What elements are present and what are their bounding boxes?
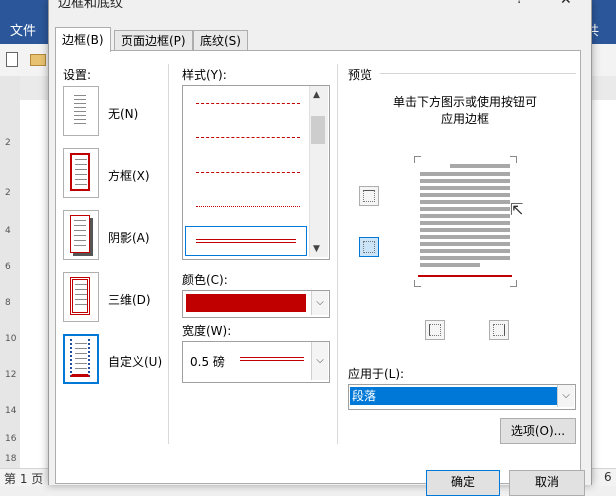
width-line-sample bbox=[240, 357, 304, 361]
right-border-icon bbox=[493, 324, 505, 336]
preview-label: 预览 bbox=[348, 68, 373, 82]
status-zoom[interactable]: 6 bbox=[604, 470, 612, 484]
settings-label: 设置: bbox=[63, 68, 92, 82]
ruler-number: 2 bbox=[5, 138, 11, 148]
new-doc-icon[interactable] bbox=[6, 52, 18, 67]
setting-none-button[interactable] bbox=[63, 86, 99, 136]
style-scrollbar[interactable] bbox=[309, 86, 328, 257]
style-option[interactable] bbox=[196, 206, 300, 208]
mouse-cursor-icon: ⇱ bbox=[510, 200, 524, 219]
setting-custom-button[interactable] bbox=[63, 334, 99, 384]
folder-icon[interactable] bbox=[30, 54, 46, 66]
chevron-down-icon[interactable]: ⌵ bbox=[311, 291, 328, 315]
status-page-number[interactable]: 第 1 页 bbox=[4, 470, 43, 487]
divider bbox=[380, 73, 576, 74]
width-value: 0.5 磅 bbox=[190, 355, 225, 369]
preview-hint: 应用边框 bbox=[441, 112, 490, 126]
dialog-title: 边框和底纹 bbox=[58, 0, 124, 11]
setting-3d-button[interactable] bbox=[63, 272, 99, 322]
close-icon[interactable]: ✕ bbox=[560, 0, 572, 8]
shadow-border-icon bbox=[70, 215, 90, 253]
setting-shadow-button[interactable] bbox=[63, 210, 99, 260]
setting-custom-label[interactable]: 自定义(U) bbox=[108, 353, 162, 370]
scroll-up-icon[interactable]: ▲ bbox=[313, 90, 320, 100]
ruler-number: 18 bbox=[5, 454, 17, 464]
style-option[interactable] bbox=[196, 103, 300, 105]
chevron-down-icon[interactable]: ⌵ bbox=[557, 385, 574, 407]
preview-hint: 单击下方图示或使用按钮可 bbox=[393, 95, 538, 109]
border-preview-diagram[interactable] bbox=[414, 156, 517, 287]
chevron-down-icon[interactable]: ⌵ bbox=[311, 342, 328, 380]
setting-box-button[interactable] bbox=[63, 148, 99, 198]
ruler-number: 2 bbox=[5, 188, 11, 198]
style-option[interactable] bbox=[196, 172, 300, 174]
divider bbox=[168, 64, 169, 444]
style-option[interactable] bbox=[196, 137, 300, 139]
color-label: 颜色(C): bbox=[182, 273, 228, 287]
top-border-button[interactable] bbox=[359, 186, 379, 206]
tab-page-border[interactable]: 页面边框(P) bbox=[114, 30, 193, 51]
page-preview-icon bbox=[70, 91, 90, 129]
setting-shadow-label[interactable]: 阴影(A) bbox=[108, 229, 150, 246]
ok-button[interactable]: 确定 bbox=[426, 470, 500, 496]
style-option-selected[interactable] bbox=[185, 226, 307, 256]
tab-shading[interactable]: 底纹(S) bbox=[193, 30, 248, 51]
ruler-number: 16 bbox=[5, 434, 17, 444]
ruler-number: 4 bbox=[5, 226, 11, 236]
width-label: 宽度(W): bbox=[182, 324, 232, 338]
help-button[interactable]: ? bbox=[516, 0, 523, 7]
setting-box-label[interactable]: 方框(X) bbox=[108, 167, 150, 184]
box-border-icon bbox=[70, 153, 90, 191]
ruler-number: 14 bbox=[5, 406, 17, 416]
setting-none-label[interactable]: 无(N) bbox=[108, 105, 138, 122]
ruler-number: 6 bbox=[5, 262, 11, 272]
middle-border-button[interactable] bbox=[359, 237, 379, 257]
options-button[interactable]: 选项(O)... bbox=[500, 418, 576, 444]
apply-to-label: 应用于(L): bbox=[348, 367, 405, 381]
color-swatch bbox=[186, 294, 306, 312]
tab-borders[interactable]: 边框(B) bbox=[55, 27, 111, 52]
apply-to-value[interactable]: 段落 bbox=[350, 387, 558, 405]
top-border-icon bbox=[363, 190, 375, 202]
custom-border-icon bbox=[70, 339, 90, 377]
vertical-ruler: 2 2 4 6 8 10 12 14 16 18 bbox=[0, 76, 20, 468]
right-border-button[interactable] bbox=[489, 320, 509, 340]
3d-border-icon bbox=[70, 277, 90, 315]
ruler-number: 8 bbox=[5, 298, 11, 308]
ruler-number: 10 bbox=[5, 334, 17, 344]
style-label: 样式(Y): bbox=[182, 68, 227, 82]
inside-border-icon bbox=[363, 241, 375, 253]
scrollbar-thumb[interactable] bbox=[311, 116, 325, 144]
left-border-icon bbox=[429, 324, 441, 336]
cancel-button[interactable]: 取消 bbox=[509, 470, 585, 496]
divider bbox=[337, 64, 338, 444]
ruler-number: 12 bbox=[5, 370, 17, 380]
setting-3d-label[interactable]: 三维(D) bbox=[108, 291, 151, 308]
file-tab[interactable]: 文件 bbox=[10, 20, 36, 39]
double-line-sample bbox=[196, 239, 296, 243]
bottom-border-line bbox=[418, 275, 512, 277]
left-border-button[interactable] bbox=[425, 320, 445, 340]
scroll-down-icon[interactable]: ▼ bbox=[313, 244, 320, 254]
